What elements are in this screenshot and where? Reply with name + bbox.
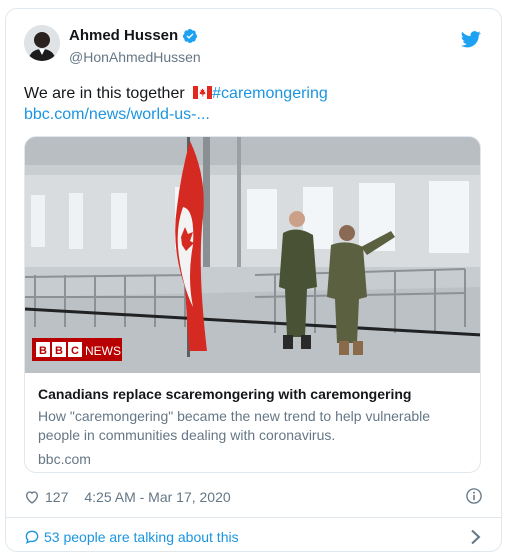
tweet-line-1: We are in this together #caremongering [24,83,483,104]
reply-bubble-icon [25,530,39,544]
author-block[interactable]: Ahmed Hussen @HonAhmedHussen [69,27,201,65]
author-display-name[interactable]: Ahmed Hussen [69,27,178,44]
canada-flag-icon [193,86,213,99]
tweet-body: We are in this together [24,85,185,102]
bbc-news-label: NEWS [85,344,121,358]
like-count[interactable]: 127 [45,489,68,505]
card-body[interactable]: Canadians replace scaremongering with ca… [25,373,480,472]
avatar[interactable] [24,25,60,61]
hashtag-link[interactable]: #caremongering [212,85,328,102]
card-title[interactable]: Canadians replace scaremongering with ca… [38,385,467,404]
tweet-timestamp[interactable]: 4:25 AM - Mar 17, 2020 [84,489,230,505]
article-link[interactable]: bbc.com/news/world-us-... [24,106,210,123]
tweet-embed[interactable]: Ahmed Hussen @HonAhmedHussen We are in t… [5,8,502,552]
bbc-badge-letter: B [55,345,63,357]
card-image[interactable]: B B C NEWS [25,137,481,373]
bbc-badge-letter: B [39,345,47,357]
link-card[interactable]: B B C NEWS Canadians replace scaremonger… [24,136,481,473]
heart-icon[interactable] [24,489,40,505]
tweet-line-2: bbc.com/news/world-us-... [24,104,483,125]
info-icon[interactable] [465,487,483,505]
divider [6,517,501,518]
twitter-bird-icon[interactable] [461,29,481,49]
avatar-image [24,25,60,61]
author-handle[interactable]: @HonAhmedHussen [69,49,201,65]
tweet-text: We are in this together #caremongering b… [24,83,483,125]
card-description: How "caremongering" became the new trend… [38,408,431,443]
talking-count-text[interactable]: 53 people are talking about this [44,529,239,545]
tweet-header: Ahmed Hussen @HonAhmedHussen [24,23,483,75]
bbc-badge-letter: C [71,345,79,357]
card-domain: bbc.com [38,451,91,467]
conversation-link[interactable]: 53 people are talking about this [24,525,483,549]
tweet-meta: 127 4:25 AM - Mar 17, 2020 [24,485,483,509]
verified-badge-icon [183,28,198,43]
chevron-right-icon[interactable] [469,529,483,545]
author-name[interactable]: Ahmed Hussen [69,27,198,44]
